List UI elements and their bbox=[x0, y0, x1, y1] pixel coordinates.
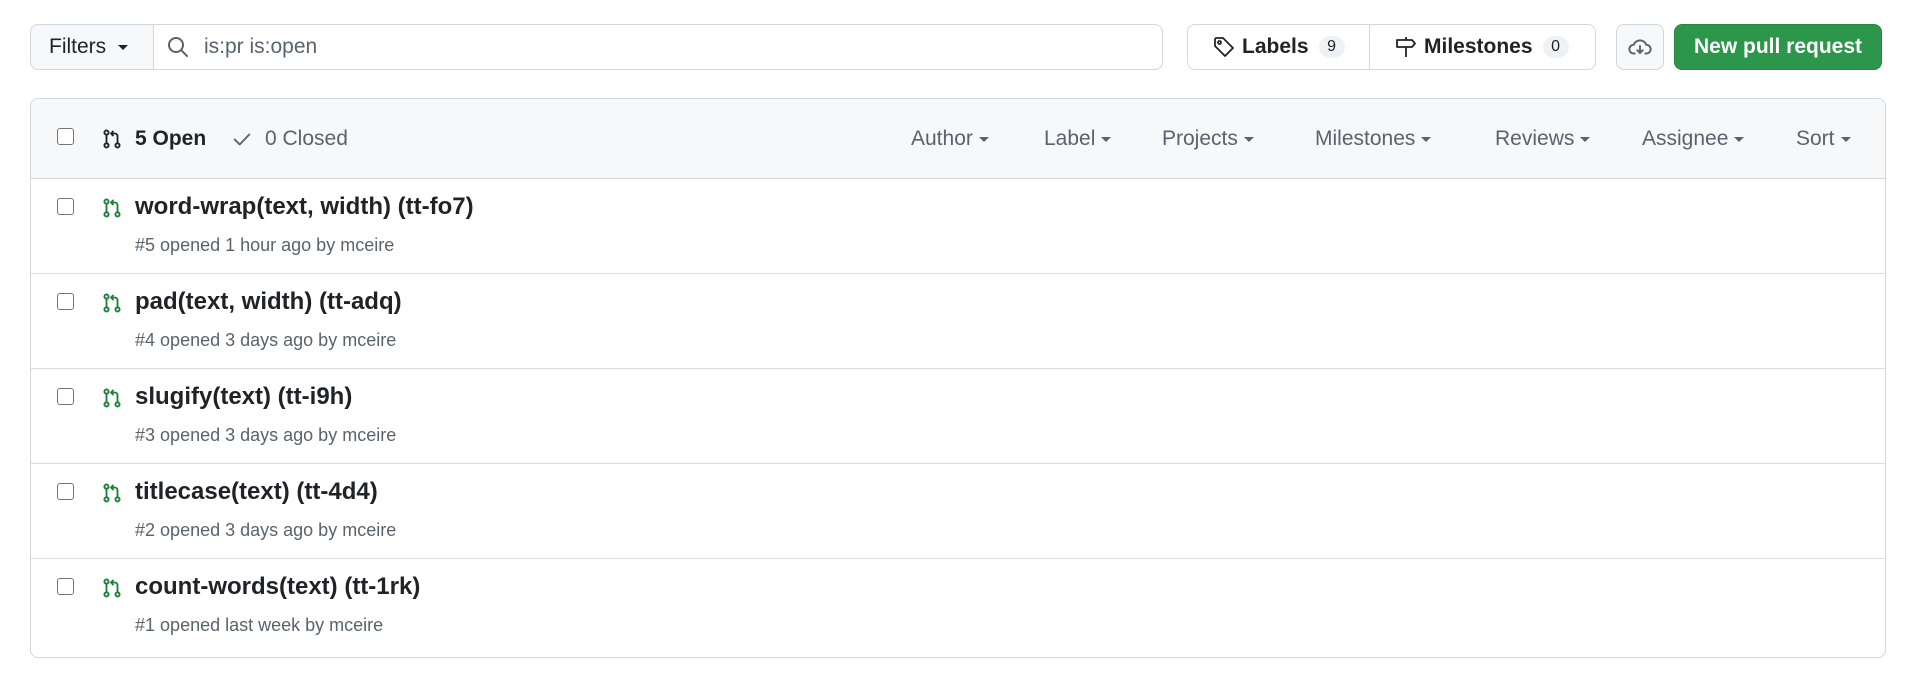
pull-request-opened-text: opened 1 hour ago by bbox=[160, 235, 336, 255]
pull-request-meta: #1 opened last week by mceire bbox=[135, 615, 383, 636]
labels-count-badge: 9 bbox=[1318, 36, 1345, 58]
pull-request-opened-text: opened 3 days ago by bbox=[160, 330, 338, 350]
tag-icon bbox=[1214, 37, 1234, 57]
pull-request-number: #5 bbox=[135, 235, 156, 255]
pull-request-number: #2 bbox=[135, 520, 156, 540]
reviews-filter-label: Reviews bbox=[1495, 127, 1575, 150]
new-pull-request-button[interactable]: New pull request bbox=[1674, 24, 1882, 70]
labels-milestones-group: Labels 9 Milestones 0 bbox=[1187, 24, 1596, 70]
row-checkbox[interactable] bbox=[57, 198, 74, 215]
open-count-label: 5 Open bbox=[135, 127, 207, 150]
row-checkbox[interactable] bbox=[57, 483, 74, 500]
pull-request-meta: #3 opened 3 days ago by mceire bbox=[135, 425, 396, 446]
pull-request-title[interactable]: titlecase(text) (tt-4d4) bbox=[135, 478, 378, 506]
row-checkbox[interactable] bbox=[57, 578, 74, 595]
pull-request-meta: #2 opened 3 days ago by mceire bbox=[135, 520, 396, 541]
git-pull-request-icon bbox=[103, 293, 121, 313]
filters-button[interactable]: Filters bbox=[30, 24, 153, 70]
pull-request-row: word-wrap(text, width) (tt-fo7) #5 opene… bbox=[31, 179, 1885, 274]
assignee-filter-label: Assignee bbox=[1642, 127, 1729, 150]
git-pull-request-icon bbox=[103, 578, 121, 598]
open-state-tab[interactable]: 5 Open bbox=[101, 123, 206, 155]
pull-request-row: pad(text, width) (tt-adq) #4 opened 3 da… bbox=[31, 274, 1885, 369]
pull-request-title[interactable]: pad(text, width) (tt-adq) bbox=[135, 288, 402, 316]
closed-state-tab[interactable]: 0 Closed bbox=[231, 123, 348, 155]
labels-button[interactable]: Labels 9 bbox=[1188, 25, 1370, 69]
row-checkbox[interactable] bbox=[57, 388, 74, 405]
git-pull-request-icon bbox=[103, 129, 121, 149]
new-pull-request-label: New pull request bbox=[1693, 35, 1863, 58]
caret-down-icon bbox=[1101, 136, 1112, 142]
label-filter[interactable]: Label bbox=[1044, 123, 1112, 155]
pull-request-title[interactable]: count-words(text) (tt-1rk) bbox=[135, 573, 420, 601]
pull-request-number: #4 bbox=[135, 330, 156, 350]
pull-request-author-link[interactable]: mceire bbox=[340, 235, 394, 255]
assignee-filter[interactable]: Assignee bbox=[1642, 123, 1745, 155]
caret-down-icon bbox=[1243, 136, 1254, 142]
caret-down-icon bbox=[1734, 136, 1745, 142]
milestone-icon bbox=[1396, 37, 1416, 57]
cloud-button[interactable] bbox=[1616, 24, 1664, 70]
sort-filter-label: Sort bbox=[1796, 127, 1835, 150]
list-header: 5 Open 0 Closed Author Label Projects Mi… bbox=[31, 99, 1885, 179]
pull-request-list: 5 Open 0 Closed Author Label Projects Mi… bbox=[30, 98, 1886, 658]
label-filter-label: Label bbox=[1044, 127, 1096, 150]
projects-filter-label: Projects bbox=[1162, 127, 1238, 150]
pull-request-number: #1 bbox=[135, 615, 156, 635]
caret-down-icon bbox=[1840, 136, 1851, 142]
row-checkbox[interactable] bbox=[57, 293, 74, 310]
pull-request-row: slugify(text) (tt-i9h) #3 opened 3 days … bbox=[31, 369, 1885, 464]
pull-request-row: titlecase(text) (tt-4d4) #2 opened 3 day… bbox=[31, 464, 1885, 559]
check-icon bbox=[233, 133, 251, 146]
git-pull-request-icon bbox=[103, 483, 121, 503]
milestones-filter[interactable]: Milestones bbox=[1315, 123, 1432, 155]
pull-request-author-link[interactable]: mceire bbox=[329, 615, 383, 635]
search-input[interactable] bbox=[202, 34, 1106, 60]
pull-request-opened-text: opened 3 days ago by bbox=[160, 425, 338, 445]
milestones-filter-label: Milestones bbox=[1315, 127, 1416, 150]
pull-request-opened-text: opened last week by bbox=[160, 615, 325, 635]
pull-request-title[interactable]: slugify(text) (tt-i9h) bbox=[135, 383, 352, 411]
pull-request-meta: #5 opened 1 hour ago by mceire bbox=[135, 235, 394, 256]
caret-down-icon bbox=[1421, 136, 1432, 142]
pull-request-author-link[interactable]: mceire bbox=[342, 330, 396, 350]
search-icon bbox=[168, 37, 188, 57]
pull-request-row: count-words(text) (tt-1rk) #1 opened las… bbox=[31, 559, 1885, 654]
cloud-icon bbox=[1628, 39, 1652, 55]
caret-down-icon bbox=[1580, 136, 1591, 142]
labels-label: Labels bbox=[1242, 35, 1309, 58]
pr-toolbar: Filters Labels 9 Milestones 0 bbox=[30, 24, 1886, 72]
pull-request-author-link[interactable]: mceire bbox=[342, 425, 396, 445]
sort-filter[interactable]: Sort bbox=[1796, 123, 1851, 155]
search-box[interactable] bbox=[153, 24, 1163, 70]
caret-down-icon bbox=[978, 136, 989, 142]
caret-down-icon bbox=[118, 44, 129, 50]
pull-request-title[interactable]: word-wrap(text, width) (tt-fo7) bbox=[135, 193, 474, 221]
projects-filter[interactable]: Projects bbox=[1162, 123, 1254, 155]
milestones-count-badge: 0 bbox=[1542, 36, 1569, 58]
milestones-button[interactable]: Milestones 0 bbox=[1370, 25, 1595, 69]
git-pull-request-icon bbox=[103, 198, 121, 218]
closed-count-label: 0 Closed bbox=[265, 127, 348, 150]
pull-request-author-link[interactable]: mceire bbox=[342, 520, 396, 540]
milestones-label: Milestones bbox=[1424, 35, 1533, 58]
author-filter-label: Author bbox=[911, 127, 973, 150]
pull-request-opened-text: opened 3 days ago by bbox=[160, 520, 338, 540]
git-pull-request-icon bbox=[103, 388, 121, 408]
filters-label: Filters bbox=[49, 35, 107, 58]
author-filter[interactable]: Author bbox=[911, 123, 989, 155]
select-all-checkbox[interactable] bbox=[57, 128, 74, 145]
pull-request-meta: #4 opened 3 days ago by mceire bbox=[135, 330, 396, 351]
reviews-filter[interactable]: Reviews bbox=[1495, 123, 1591, 155]
pull-request-number: #3 bbox=[135, 425, 156, 445]
